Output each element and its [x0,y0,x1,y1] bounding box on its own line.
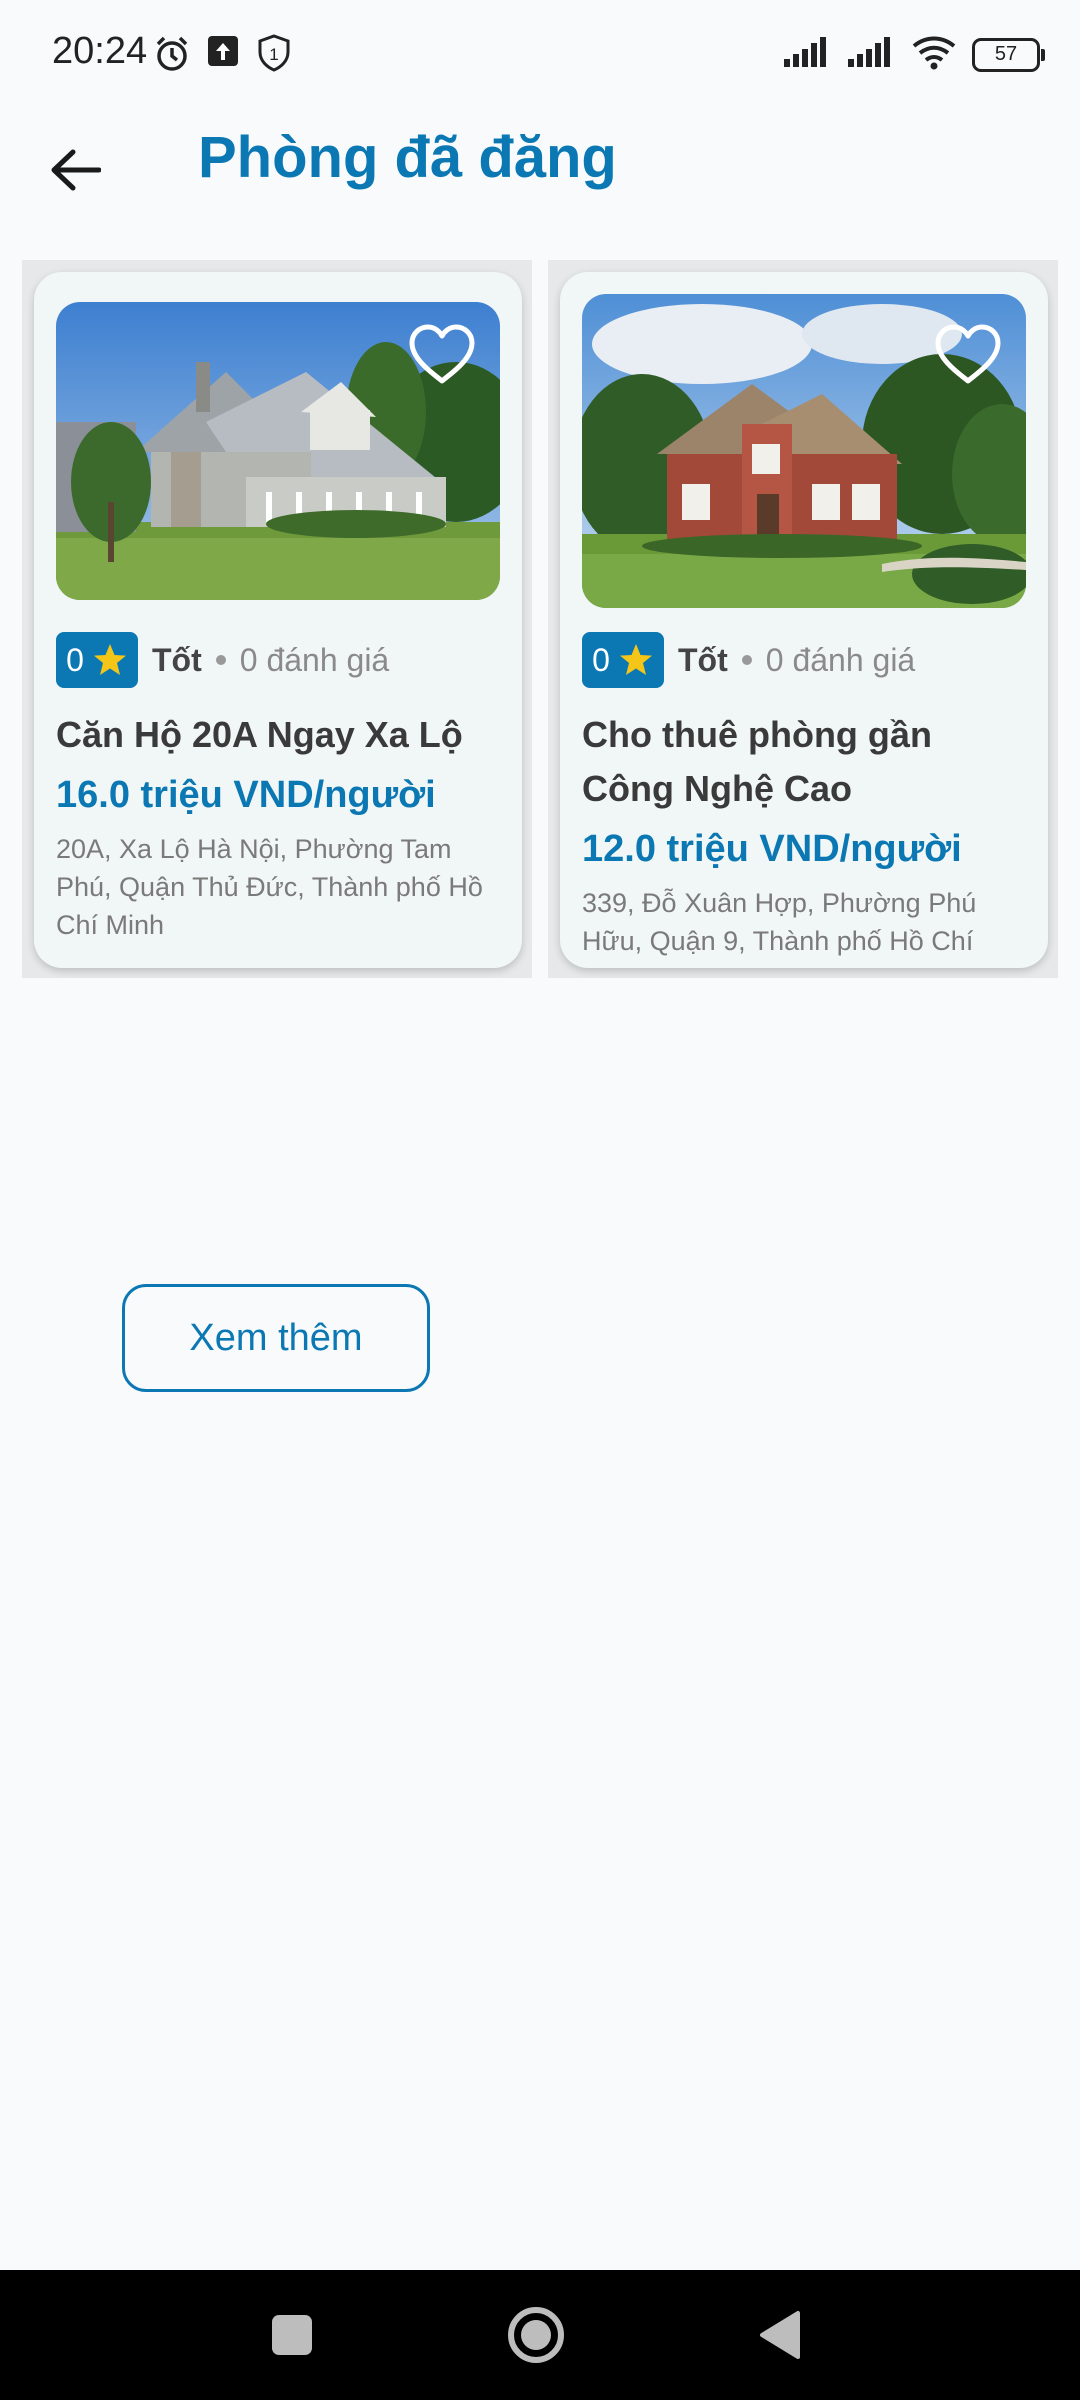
page-title: Phòng đã đăng [198,125,617,190]
favorite-button[interactable] [928,314,1008,394]
back-button[interactable] [40,130,110,210]
rating-row: 0 Tốt 0 đánh giá [582,632,915,688]
status-bar: 20:24 1 57 [0,0,1080,110]
listing-card[interactable]: 0 Tốt 0 đánh giá Căn Hộ 20A Ngay Xa Lộ 1… [34,272,522,968]
rating-badge: 0 [56,632,138,688]
rating-value: 0 [592,641,610,678]
listing-address: 20A, Xa Lộ Hà Nội, Phường Tam Phú, Quận … [56,834,483,940]
signal-icon [846,35,896,74]
heart-icon [409,324,475,384]
nav-back-button[interactable] [740,2300,820,2370]
recents-button[interactable] [252,2300,332,2370]
wifi-icon [910,34,958,75]
favorite-button[interactable] [402,314,482,394]
listing-address: 339, Đỗ Xuân Hợp, Phường Phú Hữu, Quận 9… [582,888,977,956]
system-nav-bar [0,2270,1080,2400]
alarm-icon [152,34,192,79]
star-icon [619,644,652,675]
listing-grid: 0 Tốt 0 đánh giá Căn Hộ 20A Ngay Xa Lộ 1… [22,260,1058,980]
heart-icon [935,324,1001,384]
status-time: 20:24 [52,30,148,72]
square-icon [272,2315,312,2355]
separator-dot [741,655,752,665]
triangle-back-icon [760,2311,800,2359]
shield-icon: 1 [256,34,292,77]
app-header: Phòng đã đăng [0,110,1080,250]
home-button[interactable] [496,2300,576,2370]
listing-price: 16.0 triệu VND/người [56,774,436,816]
load-more-button[interactable]: Xem thêm [122,1284,430,1392]
battery-indicator: 57 [972,37,1045,72]
rating-label: Tốt [678,641,728,678]
rating-value: 0 [66,641,84,678]
listing-title: Cho thuê phòng gần Công Nghệ Cao [582,714,932,809]
rating-badge: 0 [582,632,664,688]
review-count: 0 đánh giá [765,641,916,678]
listing-price: 12.0 triệu VND/người [582,828,962,870]
rating-row: 0 Tốt 0 đánh giá [56,632,389,688]
rating-label: Tốt [152,641,202,678]
circle-icon [508,2307,564,2363]
listing-cell: 0 Tốt 0 đánh giá Căn Hộ 20A Ngay Xa Lộ 1… [22,260,532,978]
separator-dot [215,655,226,665]
listing-title: Căn Hộ 20A Ngay Xa Lộ [56,714,463,755]
arrow-left-icon [51,149,101,191]
svg-text:1: 1 [269,45,278,64]
star-icon [93,644,126,675]
review-count: 0 đánh giá [239,641,390,678]
listing-card[interactable]: 0 Tốt 0 đánh giá Cho thuê phòng gần Công… [560,272,1048,968]
upload-icon [206,34,242,75]
signal-icon [782,35,832,74]
listing-cell: 0 Tốt 0 đánh giá Cho thuê phòng gần Công… [548,260,1058,978]
